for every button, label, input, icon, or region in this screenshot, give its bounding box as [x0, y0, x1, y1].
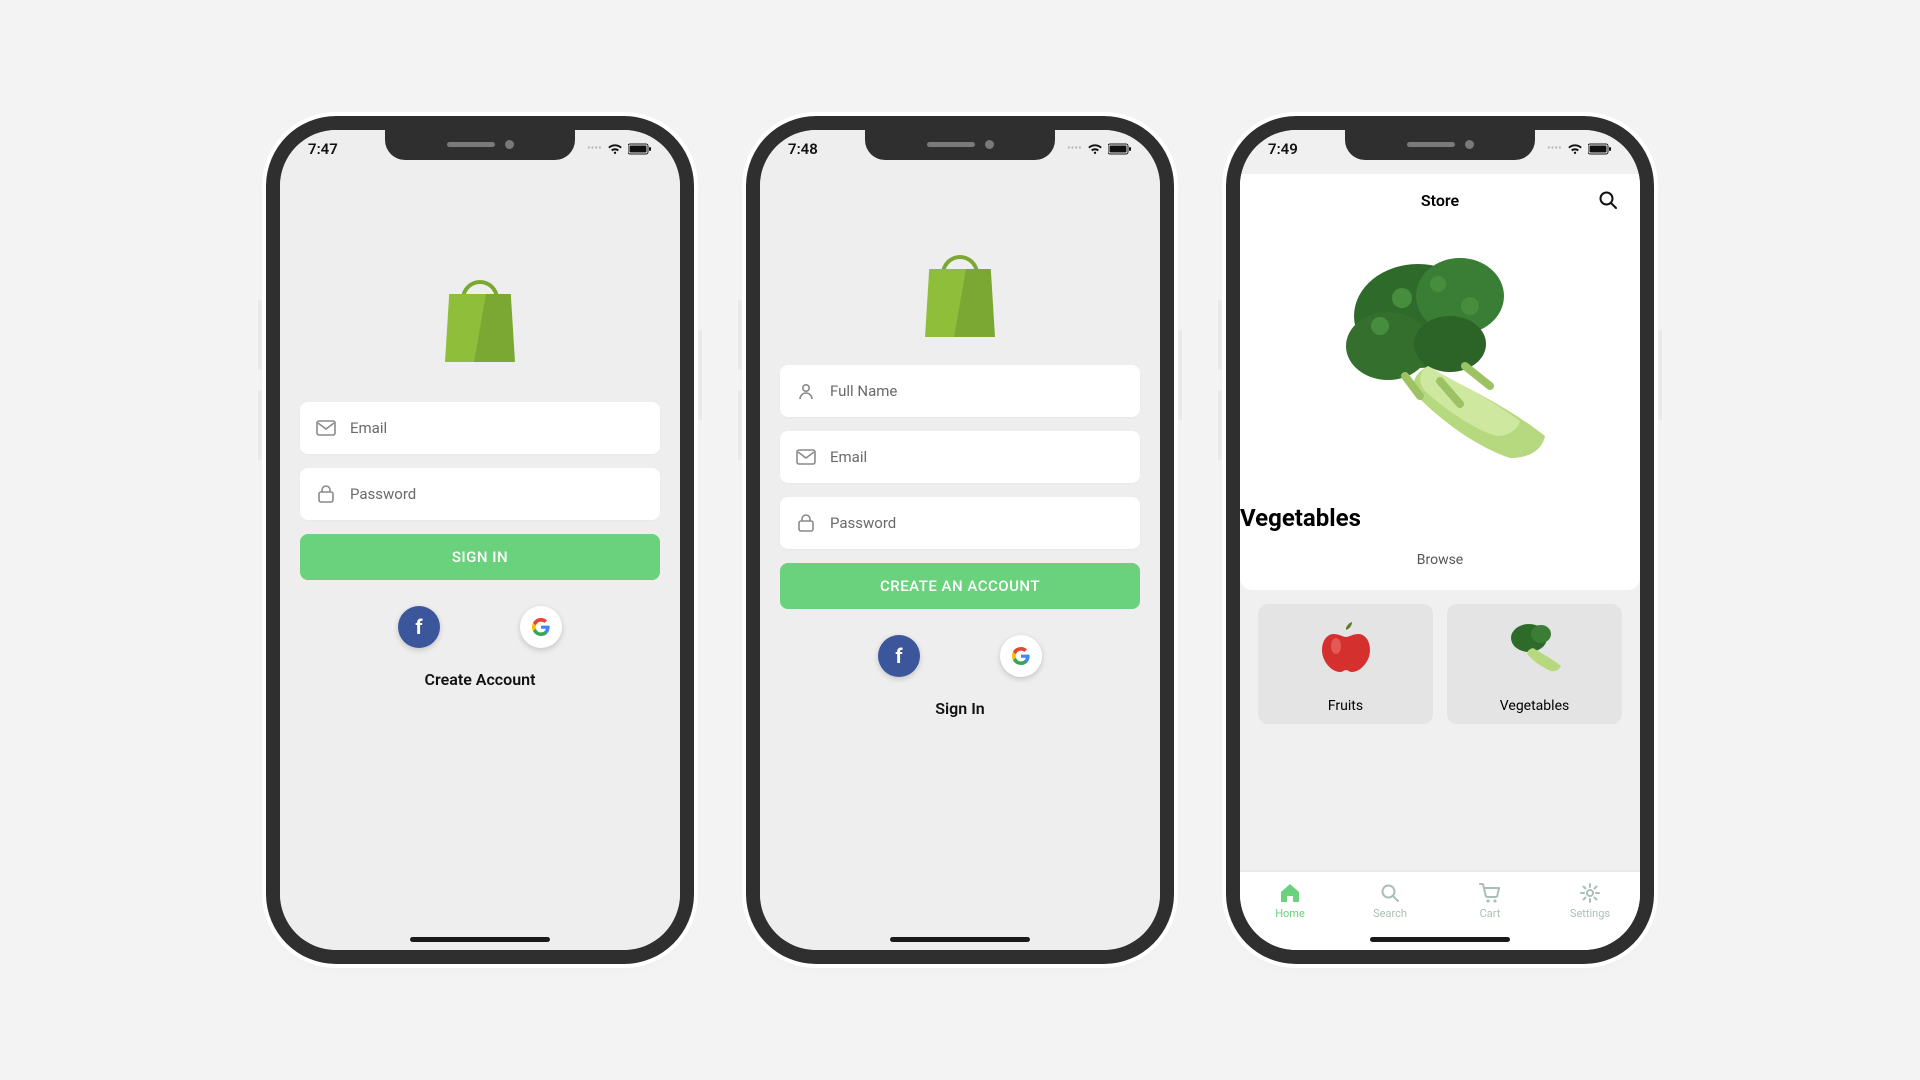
- page-title: Store: [1421, 191, 1459, 210]
- facebook-icon: f: [895, 644, 902, 668]
- wifi-icon: [1567, 143, 1583, 155]
- status-icons: ••••: [587, 143, 652, 155]
- signin-button[interactable]: SIGN IN: [300, 534, 660, 580]
- hero-image-broccoli: [1310, 226, 1570, 486]
- status-icons: ••••: [1547, 143, 1612, 155]
- home-indicator: [1370, 937, 1510, 942]
- bag-logo: [445, 280, 515, 362]
- browse-link[interactable]: Browse: [1240, 552, 1640, 568]
- category-label: Vegetables: [1500, 698, 1569, 714]
- nav-label: Settings: [1570, 907, 1610, 920]
- fullname-placeholder: Full Name: [830, 382, 897, 400]
- nav-settings[interactable]: Settings: [1540, 876, 1640, 950]
- clock: 7:48: [788, 140, 818, 158]
- email-field[interactable]: Email: [300, 402, 660, 454]
- battery-icon: [1588, 143, 1612, 155]
- apple-icon: [1314, 620, 1378, 674]
- email-placeholder: Email: [350, 419, 387, 437]
- facebook-button[interactable]: f: [878, 635, 920, 677]
- hero-title: Vegetables: [1240, 504, 1640, 532]
- cellular-icon: ••••: [587, 144, 602, 154]
- clock: 7:49: [1268, 140, 1298, 158]
- home-icon: [1279, 882, 1301, 904]
- home-indicator: [410, 937, 550, 942]
- home-indicator: [890, 937, 1030, 942]
- password-placeholder: Password: [350, 485, 416, 503]
- phone-signup: 7:48 •••• Full Name: [760, 130, 1160, 950]
- wifi-icon: [1087, 143, 1103, 155]
- topbar: Store: [1240, 174, 1640, 226]
- category-label: Fruits: [1328, 698, 1363, 714]
- screen-signin: 7:47 •••• Email: [280, 130, 680, 950]
- lock-icon: [316, 484, 336, 504]
- google-button[interactable]: [520, 606, 562, 648]
- phone-signin: 7:47 •••• Email: [280, 130, 680, 950]
- facebook-icon: f: [415, 615, 422, 639]
- fullname-field[interactable]: Full Name: [780, 365, 1140, 417]
- search-icon: [1380, 882, 1400, 904]
- signin-link[interactable]: Sign In: [760, 699, 1160, 718]
- lock-icon: [796, 513, 816, 533]
- notch: [385, 128, 575, 160]
- facebook-button[interactable]: f: [398, 606, 440, 648]
- cellular-icon: ••••: [1547, 144, 1562, 154]
- cellular-icon: ••••: [1067, 144, 1082, 154]
- clock: 7:47: [308, 140, 338, 158]
- social-row: f: [760, 635, 1160, 677]
- search-icon[interactable]: [1598, 190, 1618, 210]
- nav-home[interactable]: Home: [1240, 876, 1340, 950]
- status-icons: ••••: [1067, 143, 1132, 155]
- password-placeholder: Password: [830, 514, 896, 532]
- nav-label: Cart: [1480, 907, 1501, 920]
- social-row: f: [280, 606, 680, 648]
- email-field[interactable]: Email: [780, 431, 1140, 483]
- screen-store: 7:49 •••• Store: [1240, 130, 1640, 950]
- nav-label: Home: [1275, 907, 1305, 920]
- google-icon: [1012, 647, 1030, 665]
- person-icon: [796, 381, 816, 401]
- nav-label: Search: [1373, 907, 1407, 920]
- battery-icon: [628, 143, 652, 155]
- category-vegetables[interactable]: Vegetables: [1447, 604, 1622, 724]
- notch: [1345, 128, 1535, 160]
- mail-icon: [796, 447, 816, 467]
- notch: [865, 128, 1055, 160]
- wifi-icon: [607, 143, 623, 155]
- create-account-link[interactable]: Create Account: [280, 670, 680, 689]
- bag-logo: [925, 255, 995, 337]
- mail-icon: [316, 418, 336, 438]
- email-placeholder: Email: [830, 448, 867, 466]
- category-fruits[interactable]: Fruits: [1258, 604, 1433, 724]
- password-field[interactable]: Password: [300, 468, 660, 520]
- password-field[interactable]: Password: [780, 497, 1140, 549]
- google-icon: [532, 618, 550, 636]
- battery-icon: [1108, 143, 1132, 155]
- category-row: Fruits Vegetables: [1258, 604, 1622, 724]
- cart-icon: [1479, 882, 1501, 904]
- create-account-button[interactable]: CREATE AN ACCOUNT: [780, 563, 1140, 609]
- broccoli-icon: [1503, 620, 1567, 674]
- gear-icon: [1580, 882, 1600, 904]
- google-button[interactable]: [1000, 635, 1042, 677]
- screen-signup: 7:48 •••• Full Name: [760, 130, 1160, 950]
- phone-store: 7:49 •••• Store: [1240, 130, 1640, 950]
